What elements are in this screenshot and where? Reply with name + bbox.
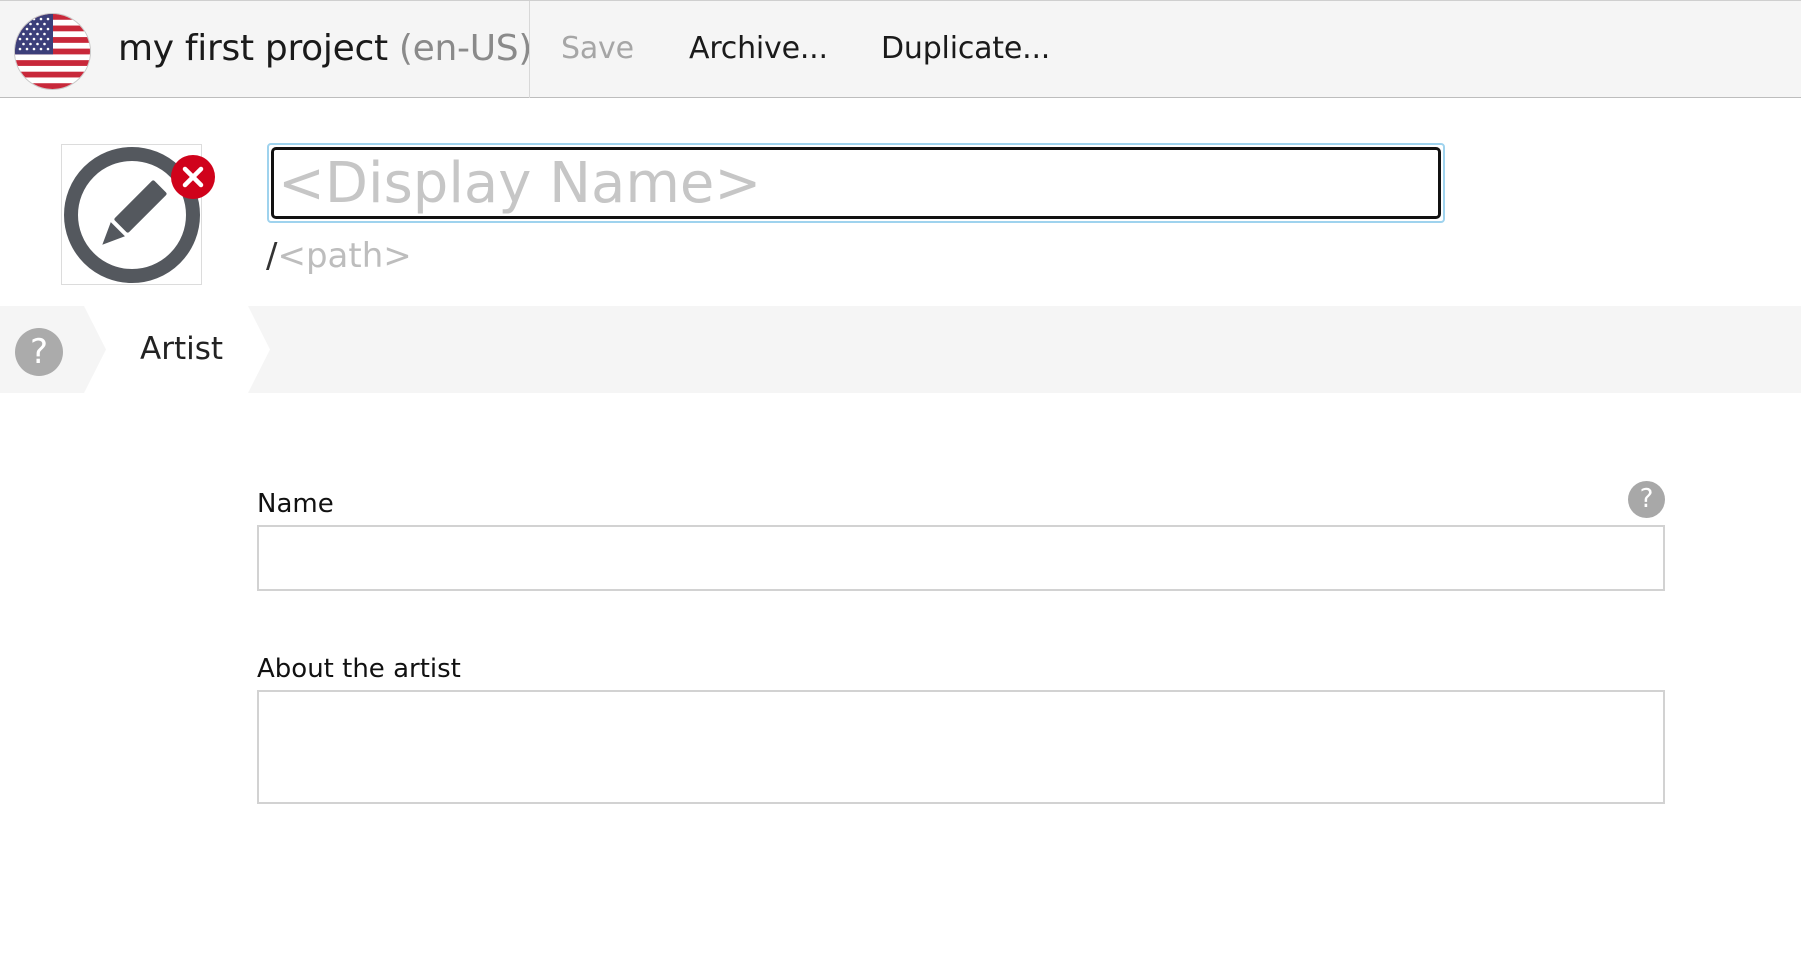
name-field-label: Name — [257, 489, 334, 519]
name-input[interactable] — [257, 525, 1665, 591]
step-tab-artist[interactable]: Artist — [140, 326, 223, 372]
close-icon — [182, 166, 204, 188]
duplicate-button[interactable]: Duplicate... — [881, 23, 1050, 75]
archive-button[interactable]: Archive... — [689, 23, 828, 75]
display-name-focus-ring — [267, 143, 1445, 223]
toolbar: my first project (en-US) Save Archive...… — [0, 0, 1801, 98]
name-help-icon[interactable]: ? — [1628, 481, 1665, 518]
remove-icon[interactable] — [171, 155, 215, 199]
path-prefix: / — [266, 236, 278, 276]
toolbar-divider — [529, 1, 530, 98]
path-line[interactable]: /<path> — [266, 233, 412, 279]
about-artist-textarea[interactable] — [257, 690, 1665, 804]
step-help-icon[interactable]: ? — [15, 328, 63, 376]
us-flag-graphic — [15, 14, 90, 89]
project-locale: (en-US) — [398, 28, 533, 69]
display-name-input[interactable] — [271, 147, 1441, 219]
step-navigator: ? Artist — [0, 306, 1801, 393]
save-button[interactable]: Save — [561, 23, 634, 75]
project-title: my first project (en-US) — [118, 23, 532, 75]
about-field-label: About the artist — [257, 654, 461, 684]
project-name: my first project — [118, 28, 388, 69]
us-flag-icon[interactable] — [15, 14, 90, 89]
path-placeholder: <path> — [277, 236, 412, 276]
